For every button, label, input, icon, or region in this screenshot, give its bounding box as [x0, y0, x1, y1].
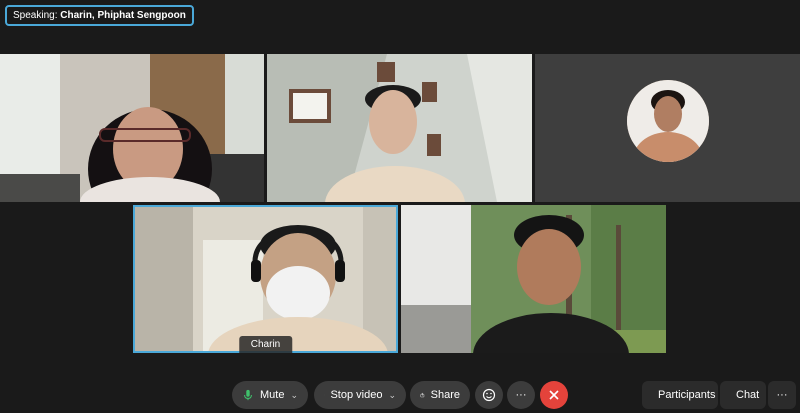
video-tile-participant-1[interactable]	[0, 54, 264, 202]
participant-avatar	[627, 80, 709, 162]
video-feed-2	[267, 54, 532, 202]
share-icon	[420, 392, 425, 398]
video-feed-5	[401, 205, 666, 353]
stop-video-label: Stop video	[330, 389, 383, 401]
meeting-toolbar: Mute ⌄ Stop video ⌄ Share ··· Participan…	[0, 381, 800, 409]
overflow-icon: ···	[776, 389, 788, 401]
participants-button[interactable]: Participants	[642, 381, 718, 409]
more-options-button[interactable]: ···	[507, 381, 535, 409]
chevron-down-icon[interactable]: ⌄	[388, 390, 396, 401]
share-label: Share	[430, 389, 460, 401]
mute-button[interactable]: Mute ⌄	[232, 381, 308, 409]
end-call-button[interactable]	[540, 381, 568, 409]
video-tile-participant-4[interactable]: Charin	[133, 205, 398, 353]
smiley-icon	[482, 388, 496, 402]
mute-label: Mute	[259, 389, 285, 401]
video-feed-4	[133, 205, 398, 353]
chevron-down-icon[interactable]: ⌄	[290, 390, 298, 401]
reactions-button[interactable]	[475, 381, 503, 409]
avatar-image	[627, 80, 709, 162]
share-button[interactable]: Share	[410, 381, 470, 409]
participant-name-tag: Charin	[238, 336, 293, 353]
participants-label: Participants	[658, 389, 716, 401]
speaking-indicator: Speaking: Charin, Phiphat Sengpoon	[5, 5, 194, 26]
overflow-menu-button[interactable]: ···	[768, 381, 796, 409]
close-icon	[549, 390, 559, 400]
chat-label: Chat	[736, 389, 760, 401]
microphone-icon	[244, 389, 252, 401]
speaking-prefix: Speaking:	[13, 10, 58, 21]
chat-button[interactable]: Chat	[720, 381, 766, 409]
video-tile-participant-2[interactable]	[267, 54, 532, 202]
speaking-names: Charin, Phiphat Sengpoon	[60, 10, 186, 21]
video-tile-participant-5[interactable]	[401, 205, 666, 353]
more-icon: ···	[515, 389, 527, 401]
video-feed-1	[0, 54, 264, 202]
stop-video-button[interactable]: Stop video ⌄	[314, 381, 406, 409]
